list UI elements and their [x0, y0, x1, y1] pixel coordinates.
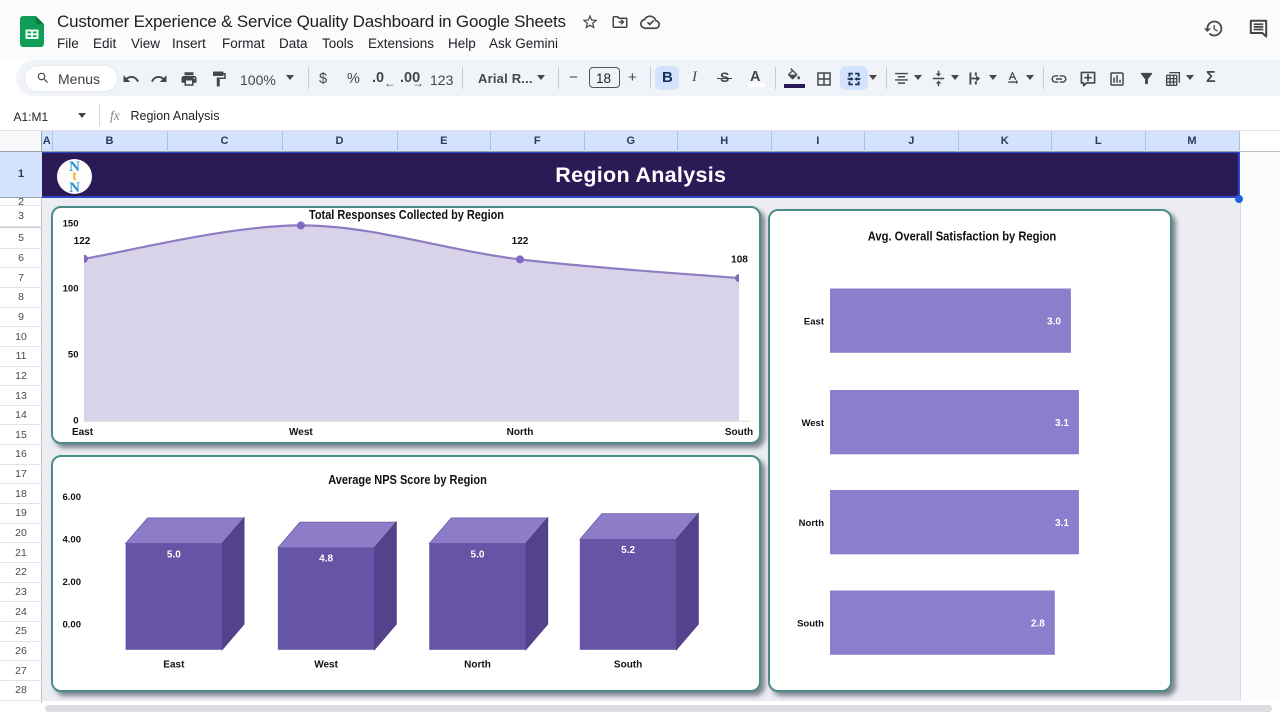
svg-text:North: North	[464, 659, 491, 670]
svg-text:4.00: 4.00	[62, 535, 81, 546]
svg-text:North: North	[506, 427, 533, 438]
svg-text:0: 0	[73, 415, 78, 426]
svg-text:5.0: 5.0	[166, 549, 180, 560]
svg-text:4.8: 4.8	[319, 554, 333, 565]
svg-text:2.00: 2.00	[62, 577, 81, 588]
svg-text:South: South	[613, 659, 641, 670]
svg-text:3.1: 3.1	[1055, 417, 1069, 428]
svg-text:5.0: 5.0	[470, 549, 484, 560]
svg-text:South: South	[724, 427, 752, 438]
svg-text:East: East	[804, 316, 825, 327]
svg-text:2.8: 2.8	[1031, 618, 1045, 629]
svg-text:Average NPS Score by Region: Average NPS Score by Region	[328, 472, 487, 487]
svg-text:Total Responses Collected by R: Total Responses Collected by Region	[309, 207, 504, 222]
svg-text:100: 100	[62, 283, 78, 294]
svg-text:122: 122	[73, 236, 90, 247]
svg-text:5.2: 5.2	[621, 545, 635, 556]
svg-text:Avg. Overall Satisfaction by R: Avg. Overall Satisfaction by Region	[868, 228, 1057, 243]
svg-text:East: East	[163, 659, 185, 670]
svg-text:West: West	[314, 659, 338, 670]
svg-text:108: 108	[731, 254, 748, 265]
svg-text:South: South	[797, 618, 824, 629]
svg-text:West: West	[289, 427, 313, 438]
svg-text:3.1: 3.1	[1055, 517, 1069, 528]
svg-text:0.00: 0.00	[62, 620, 81, 631]
svg-text:North: North	[799, 517, 825, 528]
svg-text:West: West	[801, 417, 824, 428]
svg-text:50: 50	[67, 349, 78, 360]
svg-text:East: East	[71, 427, 93, 438]
svg-text:6.00: 6.00	[62, 492, 81, 503]
svg-text:150: 150	[62, 218, 78, 229]
svg-text:3.0: 3.0	[1047, 316, 1061, 327]
svg-text:122: 122	[511, 236, 528, 247]
